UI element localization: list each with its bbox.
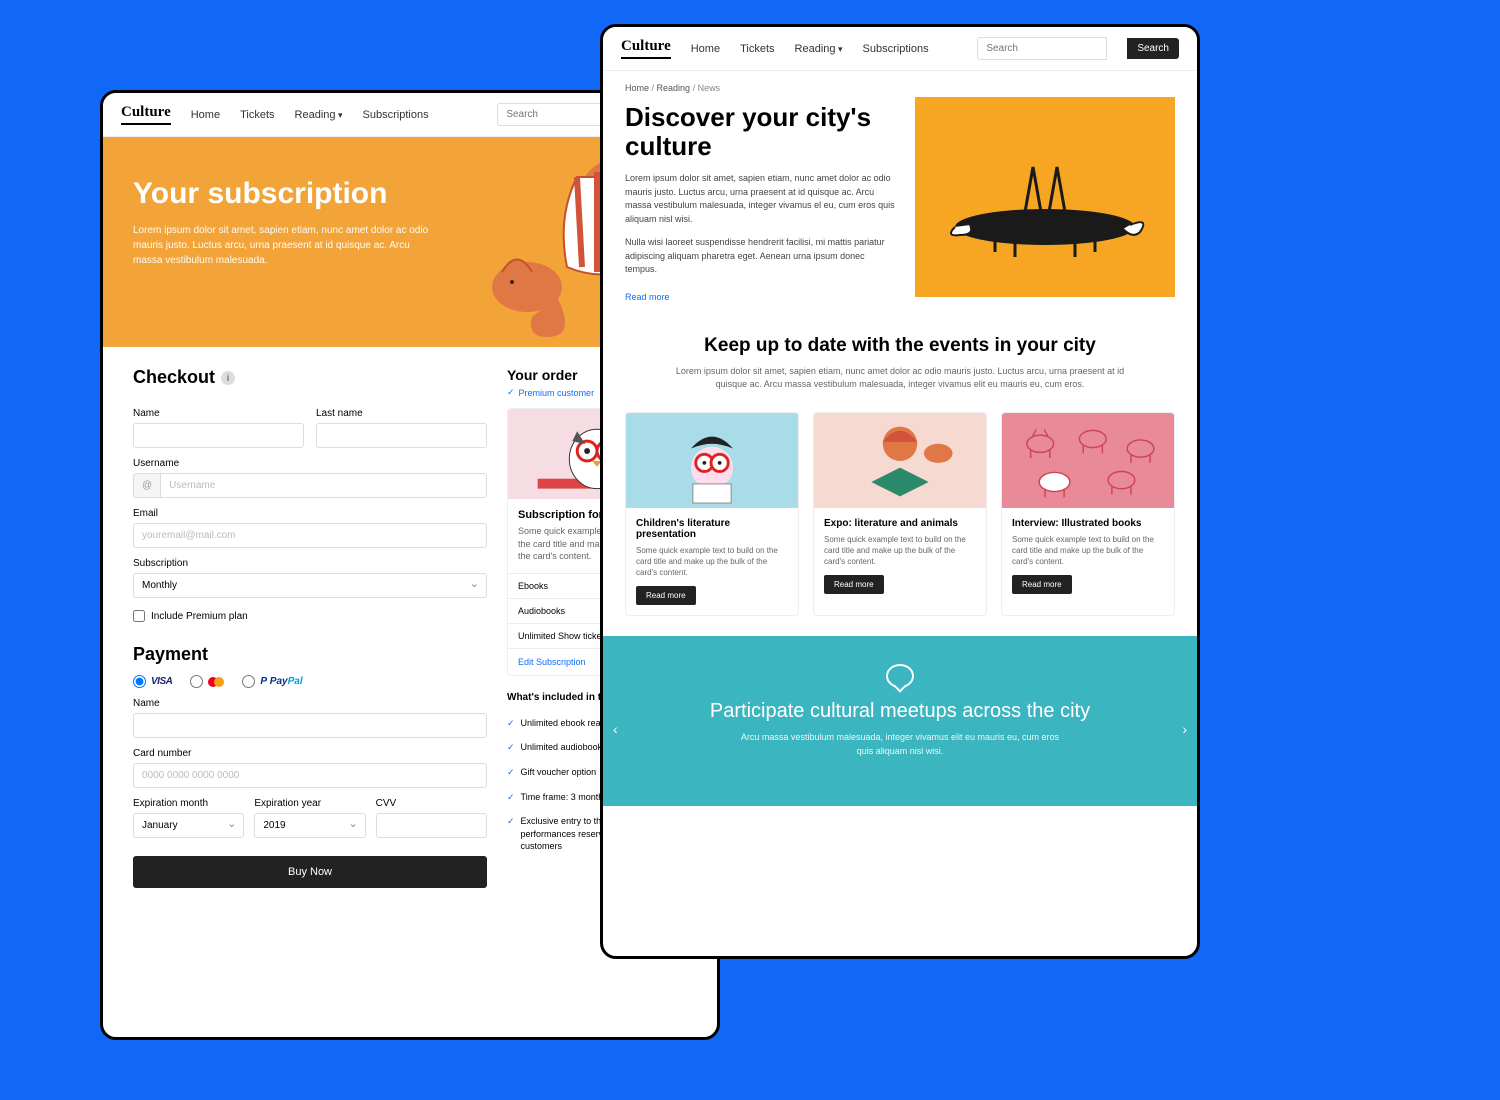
label-lastname: Last name bbox=[316, 408, 487, 419]
breadcrumb-home[interactable]: Home bbox=[625, 83, 649, 93]
username-field[interactable] bbox=[160, 473, 487, 498]
nav-home[interactable]: Home bbox=[691, 43, 720, 55]
card-illustration bbox=[814, 413, 986, 508]
checkout-heading: Checkout i bbox=[133, 367, 487, 388]
label-cardnumber: Card number bbox=[133, 748, 487, 759]
discover-window: Culture Home Tickets Reading Subscriptio… bbox=[600, 24, 1200, 959]
event-card: Interview: Illustrated books Some quick … bbox=[1001, 412, 1175, 617]
expyear-select[interactable]: 2019 bbox=[254, 813, 365, 838]
discover-illustration bbox=[915, 97, 1175, 297]
subscription-select[interactable]: Monthly bbox=[133, 573, 487, 598]
discover-p1: Lorem ipsum dolor sit amet, sapien etiam… bbox=[625, 172, 895, 226]
nav-subscriptions[interactable]: Subscriptions bbox=[863, 43, 929, 55]
info-icon[interactable]: i bbox=[221, 371, 235, 385]
read-more-button[interactable]: Read more bbox=[824, 575, 884, 594]
cardnumber-field[interactable] bbox=[133, 763, 487, 788]
expmonth-select[interactable]: January bbox=[133, 813, 244, 838]
read-more-button[interactable]: Read more bbox=[1012, 575, 1072, 594]
card-body: Some quick example text to build on the … bbox=[824, 534, 976, 568]
premium-checkbox[interactable]: Include Premium plan bbox=[133, 610, 487, 622]
event-card: Expo: literature and animals Some quick … bbox=[813, 412, 987, 617]
email-field[interactable] bbox=[133, 523, 487, 548]
breadcrumb: Home / Reading / News bbox=[603, 71, 1197, 97]
brand-logo[interactable]: Culture bbox=[121, 104, 171, 125]
discover-p2: Nulla wisi laoreet suspendisse hendrerit… bbox=[625, 236, 895, 277]
cardname-field[interactable] bbox=[133, 713, 487, 738]
nav-home[interactable]: Home bbox=[191, 109, 220, 121]
at-icon: @ bbox=[133, 473, 160, 498]
label-name: Name bbox=[133, 408, 304, 419]
cvv-field[interactable] bbox=[376, 813, 487, 838]
nav-subscriptions[interactable]: Subscriptions bbox=[363, 109, 429, 121]
pay-mastercard[interactable] bbox=[190, 675, 224, 688]
label-cvv: CVV bbox=[376, 798, 487, 809]
card-illustration bbox=[1002, 413, 1174, 508]
nav-tickets[interactable]: Tickets bbox=[240, 109, 274, 121]
card-illustration bbox=[626, 413, 798, 508]
card-title: Children's literature presentation bbox=[636, 518, 788, 540]
discover-title: Discover your city's culture bbox=[625, 103, 895, 160]
nav-reading-dropdown[interactable]: Reading bbox=[795, 43, 843, 55]
read-more-button[interactable]: Read more bbox=[636, 586, 696, 605]
mastercard-icon bbox=[208, 677, 224, 687]
label-username: Username bbox=[133, 458, 487, 469]
read-more-link[interactable]: Read more bbox=[625, 292, 670, 302]
event-card: Children's literature presentation Some … bbox=[625, 412, 799, 617]
top-nav: Culture Home Tickets Reading Subscriptio… bbox=[603, 27, 1197, 71]
label-email: Email bbox=[133, 508, 487, 519]
label-expmonth: Expiration month bbox=[133, 798, 244, 809]
meetups-title: Participate cultural meetups across the … bbox=[631, 700, 1169, 723]
nav-reading-dropdown[interactable]: Reading bbox=[295, 109, 343, 121]
nav-tickets[interactable]: Tickets bbox=[740, 43, 774, 55]
meetups-banner: ‹ Participate cultural meetups across th… bbox=[603, 636, 1197, 806]
buy-now-button[interactable]: Buy Now bbox=[133, 856, 487, 888]
breadcrumb-current: News bbox=[698, 83, 721, 93]
payment-heading: Payment bbox=[133, 644, 487, 665]
breadcrumb-reading[interactable]: Reading bbox=[657, 83, 691, 93]
card-body: Some quick example text to build on the … bbox=[1012, 534, 1164, 568]
label-expyear: Expiration year bbox=[254, 798, 365, 809]
events-body: Lorem ipsum dolor sit amet, sapien etiam… bbox=[663, 365, 1137, 392]
carousel-prev-button[interactable]: ‹ bbox=[613, 721, 618, 737]
brand-logo[interactable]: Culture bbox=[621, 38, 671, 59]
pay-visa[interactable]: VISA bbox=[133, 675, 172, 688]
meetups-body: Arcu massa vestibulum malesuada, integer… bbox=[740, 731, 1060, 758]
name-field[interactable] bbox=[133, 423, 304, 448]
card-title: Interview: Illustrated books bbox=[1012, 518, 1164, 529]
events-title: Keep up to date with the events in your … bbox=[663, 335, 1137, 357]
search-button[interactable]: Search bbox=[1127, 38, 1179, 59]
card-body: Some quick example text to build on the … bbox=[636, 545, 788, 579]
hero-body: Lorem ipsum dolor sit amet, sapien etiam… bbox=[133, 223, 433, 268]
speech-icon bbox=[886, 664, 914, 688]
label-subscription: Subscription bbox=[133, 558, 487, 569]
card-title: Expo: literature and animals bbox=[824, 518, 976, 529]
label-cardname: Name bbox=[133, 698, 487, 709]
pay-paypal[interactable]: P PayPal bbox=[242, 675, 302, 688]
search-input[interactable] bbox=[977, 37, 1107, 60]
carousel-next-button[interactable]: › bbox=[1182, 721, 1187, 737]
lastname-field[interactable] bbox=[316, 423, 487, 448]
